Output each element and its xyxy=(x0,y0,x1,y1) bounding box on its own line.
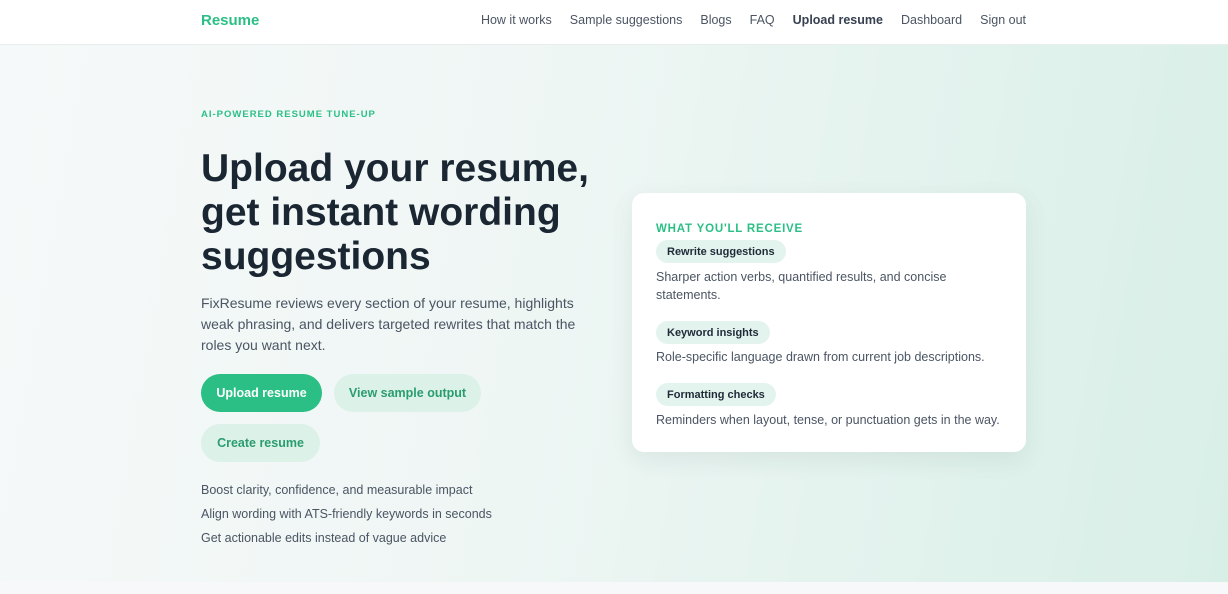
nav-sample-suggestions[interactable]: Sample suggestions xyxy=(570,13,683,27)
nav-dashboard[interactable]: Dashboard xyxy=(901,13,962,27)
chip-rewrite-suggestions: Rewrite suggestions xyxy=(656,240,786,263)
hero-description: FixResume reviews every section of your … xyxy=(201,295,576,353)
section-divider xyxy=(0,582,1228,594)
brand-logo[interactable]: Resume xyxy=(201,12,259,29)
benefit-item: Boost clarity, confidence, and measurabl… xyxy=(201,483,473,497)
benefit-item: Align wording with ATS-friendly keywords… xyxy=(201,507,492,521)
feature-description: Role-specific language drawn from curren… xyxy=(656,350,985,364)
nav-sign-out[interactable]: Sign out xyxy=(980,13,1026,27)
top-header: Resume How it works Sample suggestions B… xyxy=(0,0,1228,45)
nav-upload-resume[interactable]: Upload resume xyxy=(793,13,883,27)
hero-eyebrow: AI-POWERED RESUME TUNE-UP xyxy=(201,109,376,120)
hero-section xyxy=(0,45,1228,582)
benefit-item: Get actionable edits instead of vague ad… xyxy=(201,531,447,545)
nav-faq[interactable]: FAQ xyxy=(750,13,775,27)
chip-formatting-checks: Formatting checks xyxy=(656,383,776,406)
feature-description: Sharper action verbs, quantified results… xyxy=(656,270,947,302)
feature-description: Reminders when layout, tense, or punctua… xyxy=(656,413,1000,427)
benefits-list: Boost clarity, confidence, and measurabl… xyxy=(201,483,492,555)
card-title: WHAT YOU'LL RECEIVE xyxy=(656,223,804,235)
view-sample-output-button[interactable]: View sample output xyxy=(334,374,481,412)
nav-how-it-works[interactable]: How it works xyxy=(481,13,552,27)
chip-keyword-insights: Keyword insights xyxy=(656,321,770,344)
create-resume-button[interactable]: Create resume xyxy=(201,424,320,462)
features-card: WHAT YOU'LL RECEIVE Rewrite suggestions … xyxy=(632,193,1026,452)
upload-resume-button[interactable]: Upload resume xyxy=(201,374,322,412)
main-nav: How it works Sample suggestions Blogs FA… xyxy=(481,13,1026,27)
page-title: Upload your resume, get instant wording … xyxy=(201,147,589,278)
nav-blogs[interactable]: Blogs xyxy=(700,13,731,27)
